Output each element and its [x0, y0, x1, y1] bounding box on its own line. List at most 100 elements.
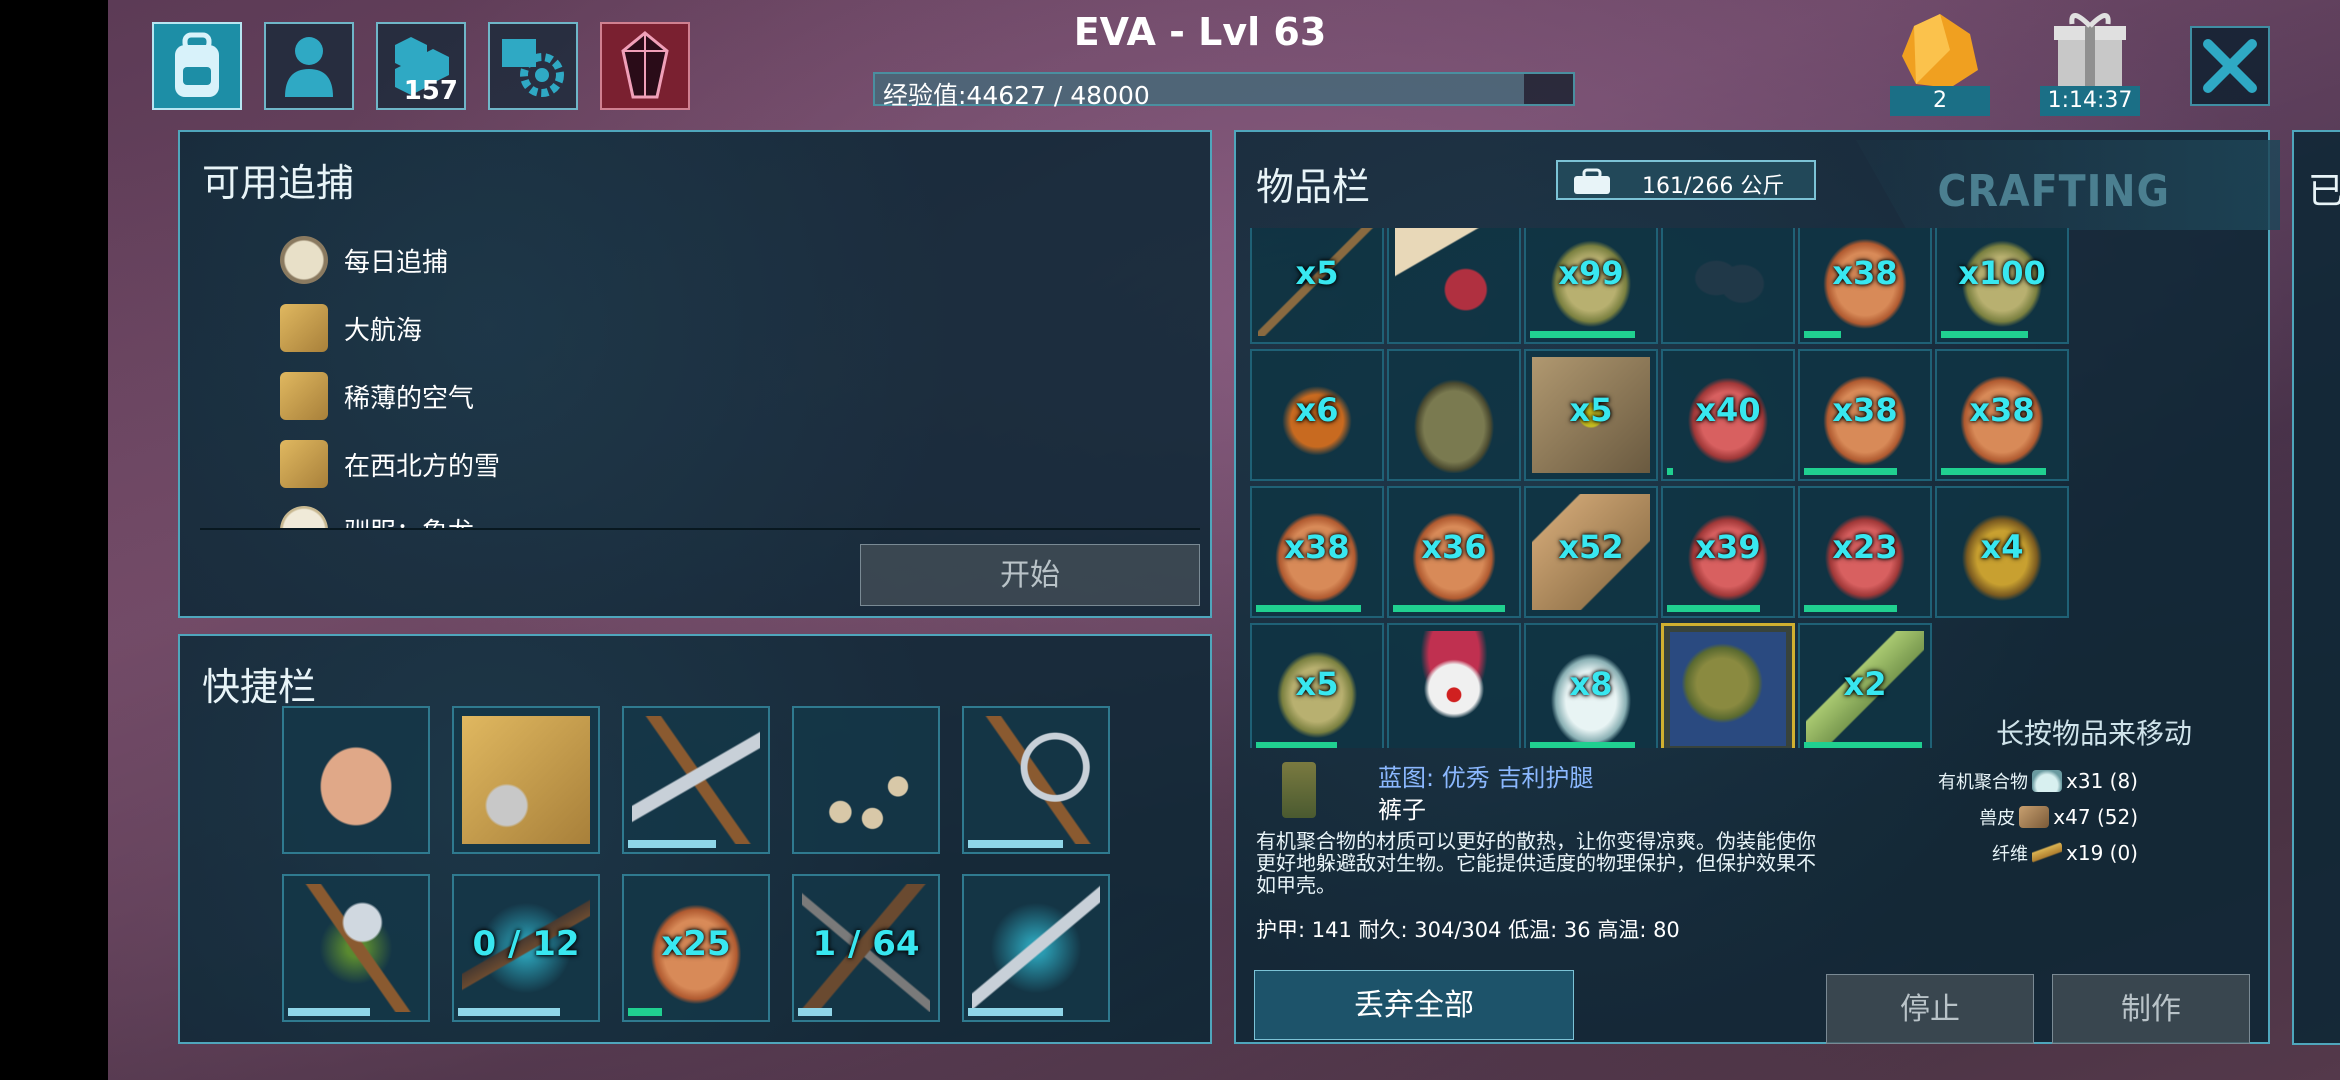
inventory-slot[interactable]: x6: [1250, 349, 1384, 481]
start-hunt-button[interactable]: 开始: [860, 544, 1200, 606]
inventory-slot[interactable]: x99: [1524, 228, 1658, 344]
gift-timer: 1:14:37: [2040, 86, 2140, 116]
hotbar-slot[interactable]: [962, 706, 1110, 854]
tab-character[interactable]: [264, 22, 354, 110]
fiber-icon: [2032, 842, 2063, 864]
hotbar-slot[interactable]: [282, 706, 430, 854]
side-panel-label: 已: [2308, 171, 2340, 212]
hunt-item-tame[interactable]: 驯服：象龙: [280, 500, 474, 530]
hatchet-icon: [292, 884, 420, 1012]
tab-inventory[interactable]: [152, 22, 242, 110]
machete-icon: [972, 884, 1100, 1012]
spoil-timer-bar: [1667, 605, 1760, 612]
drop-all-button[interactable]: 丢弃全部: [1254, 970, 1574, 1040]
hotbar-slot[interactable]: [962, 874, 1110, 1022]
xp-bar: 经验值:44627 / 48000: [873, 72, 1575, 110]
craft-button[interactable]: 制作: [2052, 974, 2250, 1044]
inventory-slot[interactable]: [1661, 623, 1795, 748]
inventory-slot[interactable]: x5: [1250, 623, 1384, 748]
inventory-slot[interactable]: x5: [1250, 228, 1384, 344]
item-quantity: x38: [1832, 391, 1898, 429]
inventory-slot[interactable]: [1661, 228, 1795, 344]
map-compass-icon: [280, 304, 328, 352]
durability-bar: [968, 840, 1064, 848]
inventory-slot[interactable]: [1387, 349, 1521, 481]
resource-row: 有机聚合物 x31 (8): [1938, 764, 2138, 798]
inventory-slot[interactable]: x38: [1250, 486, 1384, 618]
inventory-slot[interactable]: x52: [1524, 486, 1658, 618]
item-quantity: x5: [1569, 391, 1613, 429]
inventory-slot[interactable]: x38: [1798, 349, 1932, 481]
item-description: 有机聚合物的材质可以更好的散热，让你变得凉爽。伪装能使你更好地躲避敌对生物。它能…: [1256, 829, 1816, 897]
spoil-timer-bar: [1941, 331, 2028, 338]
spoil-timer-bar: [1804, 331, 1842, 338]
spoil-timer-bar: [1530, 742, 1636, 748]
hotbar-slot[interactable]: [452, 706, 600, 854]
tab-settings[interactable]: [488, 22, 578, 110]
item-quantity: x5: [1295, 254, 1339, 292]
item-quantity: x2: [1843, 665, 1887, 703]
hotbar-title: 快捷栏: [202, 665, 317, 709]
hunts-panel-title: 可用追捕: [202, 161, 355, 205]
spoil-timer-bar: [1393, 605, 1505, 612]
tab-engrams[interactable]: 157: [376, 22, 466, 110]
side-panel: 已: [2292, 130, 2340, 1045]
hunts-panel: 可用追捕 每日追捕 大航海 稀薄的空气 在西北方的雪 驯服：象龙 开始: [178, 130, 1212, 618]
inventory-slot[interactable]: x100: [1935, 228, 2069, 344]
inventory-slot[interactable]: x38: [1935, 349, 2069, 481]
hotbar-slot[interactable]: [622, 706, 770, 854]
inventory-slot[interactable]: x5: [1524, 349, 1658, 481]
screen-letterbox: [0, 0, 108, 1080]
inventory-slot[interactable]: x23: [1798, 486, 1932, 618]
hunt-item-label: 每日追捕: [344, 247, 449, 278]
crystal-icon: [615, 29, 675, 103]
hotbar-slot[interactable]: x25: [622, 874, 770, 1022]
inventory-title: 物品栏: [1256, 165, 1371, 209]
inventory-slot[interactable]: x39: [1661, 486, 1795, 618]
sickle-icon: [972, 716, 1100, 844]
hunt-item-daily[interactable]: 每日追捕: [280, 230, 448, 290]
pith-helmet-icon: [1395, 357, 1513, 473]
item-quantity: x52: [1558, 528, 1624, 566]
hotbar-slot[interactable]: [792, 706, 940, 854]
hotbar-slot[interactable]: 0 / 12: [452, 874, 600, 1022]
note-bottle-icon: [1395, 228, 1513, 336]
item-quantity: x38: [1969, 391, 2035, 429]
inventory-grid: x5 x99 x38 x100 x6 x5 x40 x38 x38 x38 x36 x52 x39 x23…: [1250, 228, 2070, 748]
item-quantity: x40: [1695, 391, 1761, 429]
inventory-slot[interactable]: x4: [1935, 486, 2069, 618]
item-quantity: 1 / 64: [812, 924, 920, 964]
close-icon: [2200, 36, 2260, 96]
durability-bar: [458, 1008, 560, 1016]
item-quantity: x23: [1832, 528, 1898, 566]
durability-bar: [798, 1008, 832, 1016]
hunt-item-voyage[interactable]: 大航海: [280, 298, 422, 358]
item-quantity: x38: [1284, 528, 1350, 566]
resource-row: 兽皮 x47 (52): [1979, 800, 2138, 834]
inventory-slot[interactable]: [1387, 623, 1521, 748]
inventory-slot[interactable]: x38: [1798, 228, 1932, 344]
player-name-level: EVA - Lvl 63: [1073, 10, 1327, 54]
inventory-slot[interactable]: x8: [1524, 623, 1658, 748]
stop-button[interactable]: 停止: [1826, 974, 2034, 1044]
list-divider: [200, 528, 1200, 530]
inventory-slot[interactable]: x2: [1798, 623, 1932, 748]
tab-tek[interactable]: [600, 22, 690, 110]
clock-icon: [280, 236, 328, 284]
seeds-icon: [1669, 228, 1787, 336]
inventory-slot[interactable]: x36: [1387, 486, 1521, 618]
inventory-slot[interactable]: [1387, 228, 1521, 344]
hotbar-slot[interactable]: 1 / 64: [792, 874, 940, 1022]
weight-icon: [1572, 168, 1612, 196]
inventory-slot[interactable]: x40: [1661, 349, 1795, 481]
item-stats: 护甲: 141 耐久: 304/304 低温: 36 高温: 80: [1256, 918, 1680, 942]
hunt-item-label: 稀薄的空气: [344, 383, 475, 414]
bola-icon: [802, 716, 930, 844]
hunt-item-thin-air[interactable]: 稀薄的空气: [280, 366, 474, 426]
weight-indicator: 161/266 公斤: [1556, 160, 1816, 200]
close-button[interactable]: [2190, 26, 2270, 106]
hunt-item-northwest-snow[interactable]: 在西北方的雪: [280, 434, 500, 494]
hotbar-slot[interactable]: [282, 874, 430, 1022]
durability-bar: [968, 1008, 1064, 1016]
tab-crafting[interactable]: CRAFTING: [1856, 140, 2280, 230]
